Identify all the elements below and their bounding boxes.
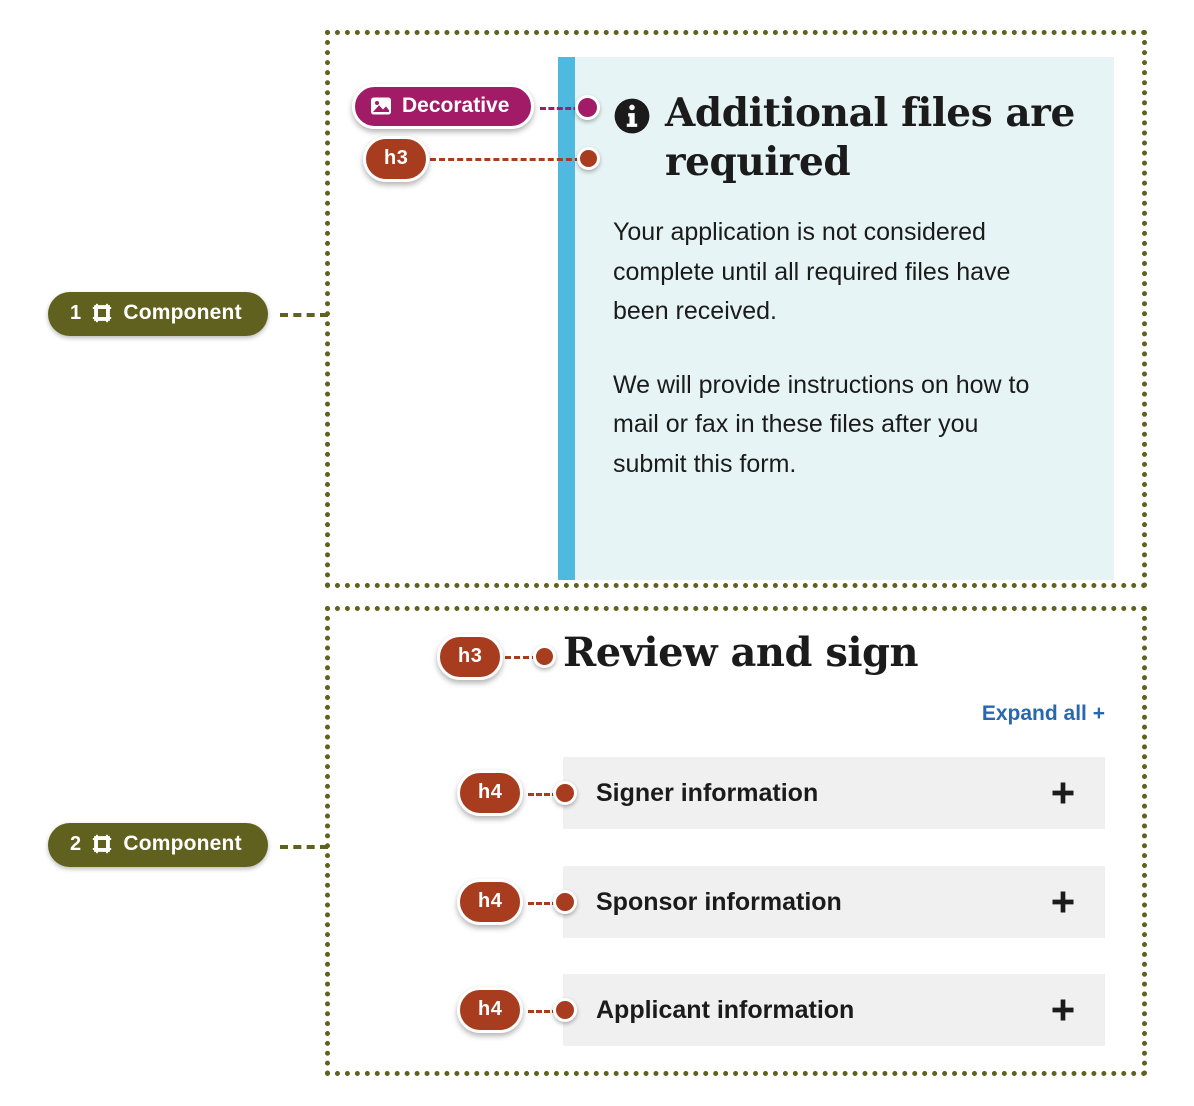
annotation-pill-label: h3 — [384, 147, 409, 169]
h3-alert-connector-dot — [577, 147, 600, 170]
component-badge-label-2: Component — [123, 832, 242, 855]
annotation-pill-decorative: Decorative — [352, 84, 535, 129]
frame-icon — [91, 302, 113, 324]
accordion-label-sponsor: Sponsor information — [596, 887, 842, 916]
expand-all-link[interactable]: Expand all + — [982, 702, 1105, 726]
alert-component: Additional files are required Your appli… — [558, 57, 1114, 580]
plus-icon[interactable] — [1049, 888, 1077, 916]
info-icon — [613, 97, 651, 140]
component-connector-2 — [280, 845, 328, 849]
annotation-pill-h4-signer: h4 — [457, 770, 524, 816]
component-number-1: 1 — [70, 301, 82, 324]
annotation-diagram: 1 Component 2 Component Additional files… — [0, 0, 1194, 1106]
h3-section-connector-dot — [533, 645, 556, 668]
h4-signer-connector-dot — [553, 781, 577, 805]
accordion-label-signer: Signer information — [596, 778, 819, 807]
h4-applicant-connector-dot — [553, 998, 577, 1022]
frame-icon — [91, 833, 113, 855]
annotation-pill-label: h4 — [478, 998, 503, 1020]
alert-paragraph-2: We will provide instructions on how to m… — [613, 370, 1030, 478]
annotation-pill-label: h4 — [478, 890, 503, 912]
annotation-pill-label: h3 — [458, 645, 483, 667]
component-badge-2: 2 Component — [48, 823, 268, 867]
accordion-row[interactable]: Applicant information — [563, 974, 1105, 1046]
alert-body: Additional files are required Your appli… — [575, 57, 1114, 580]
alert-accent-bar — [558, 57, 575, 580]
h3-alert-connector — [430, 158, 590, 161]
accordion-row[interactable]: Sponsor information — [563, 866, 1105, 938]
annotation-pill-h3-alert: h3 — [363, 136, 430, 182]
image-icon — [369, 94, 393, 118]
component-connector-1 — [280, 313, 328, 317]
alert-title: Additional files are required — [665, 90, 1075, 186]
component-badge-1: 1 Component — [48, 292, 268, 336]
accordion-row[interactable]: Signer information — [563, 757, 1105, 829]
component-badge-label-1: Component — [123, 301, 242, 324]
alert-paragraph-1: Your application is not considered compl… — [613, 218, 1011, 326]
section-title: Review and sign — [563, 629, 919, 676]
annotation-pill-h4-applicant: h4 — [457, 987, 524, 1033]
annotation-pill-label: h4 — [478, 781, 503, 803]
annotation-pill-h3-section: h3 — [437, 634, 504, 680]
alert-heading-row: Additional files are required — [613, 89, 1078, 187]
annotation-pill-label: Decorative — [402, 94, 510, 117]
decorative-connector-dot — [575, 95, 600, 120]
accordion-label-applicant: Applicant information — [596, 995, 855, 1024]
plus-icon[interactable] — [1049, 996, 1077, 1024]
component-number-2: 2 — [70, 832, 82, 855]
h4-sponsor-connector-dot — [553, 890, 577, 914]
plus-icon[interactable] — [1049, 779, 1077, 807]
annotation-pill-h4-sponsor: h4 — [457, 879, 524, 925]
